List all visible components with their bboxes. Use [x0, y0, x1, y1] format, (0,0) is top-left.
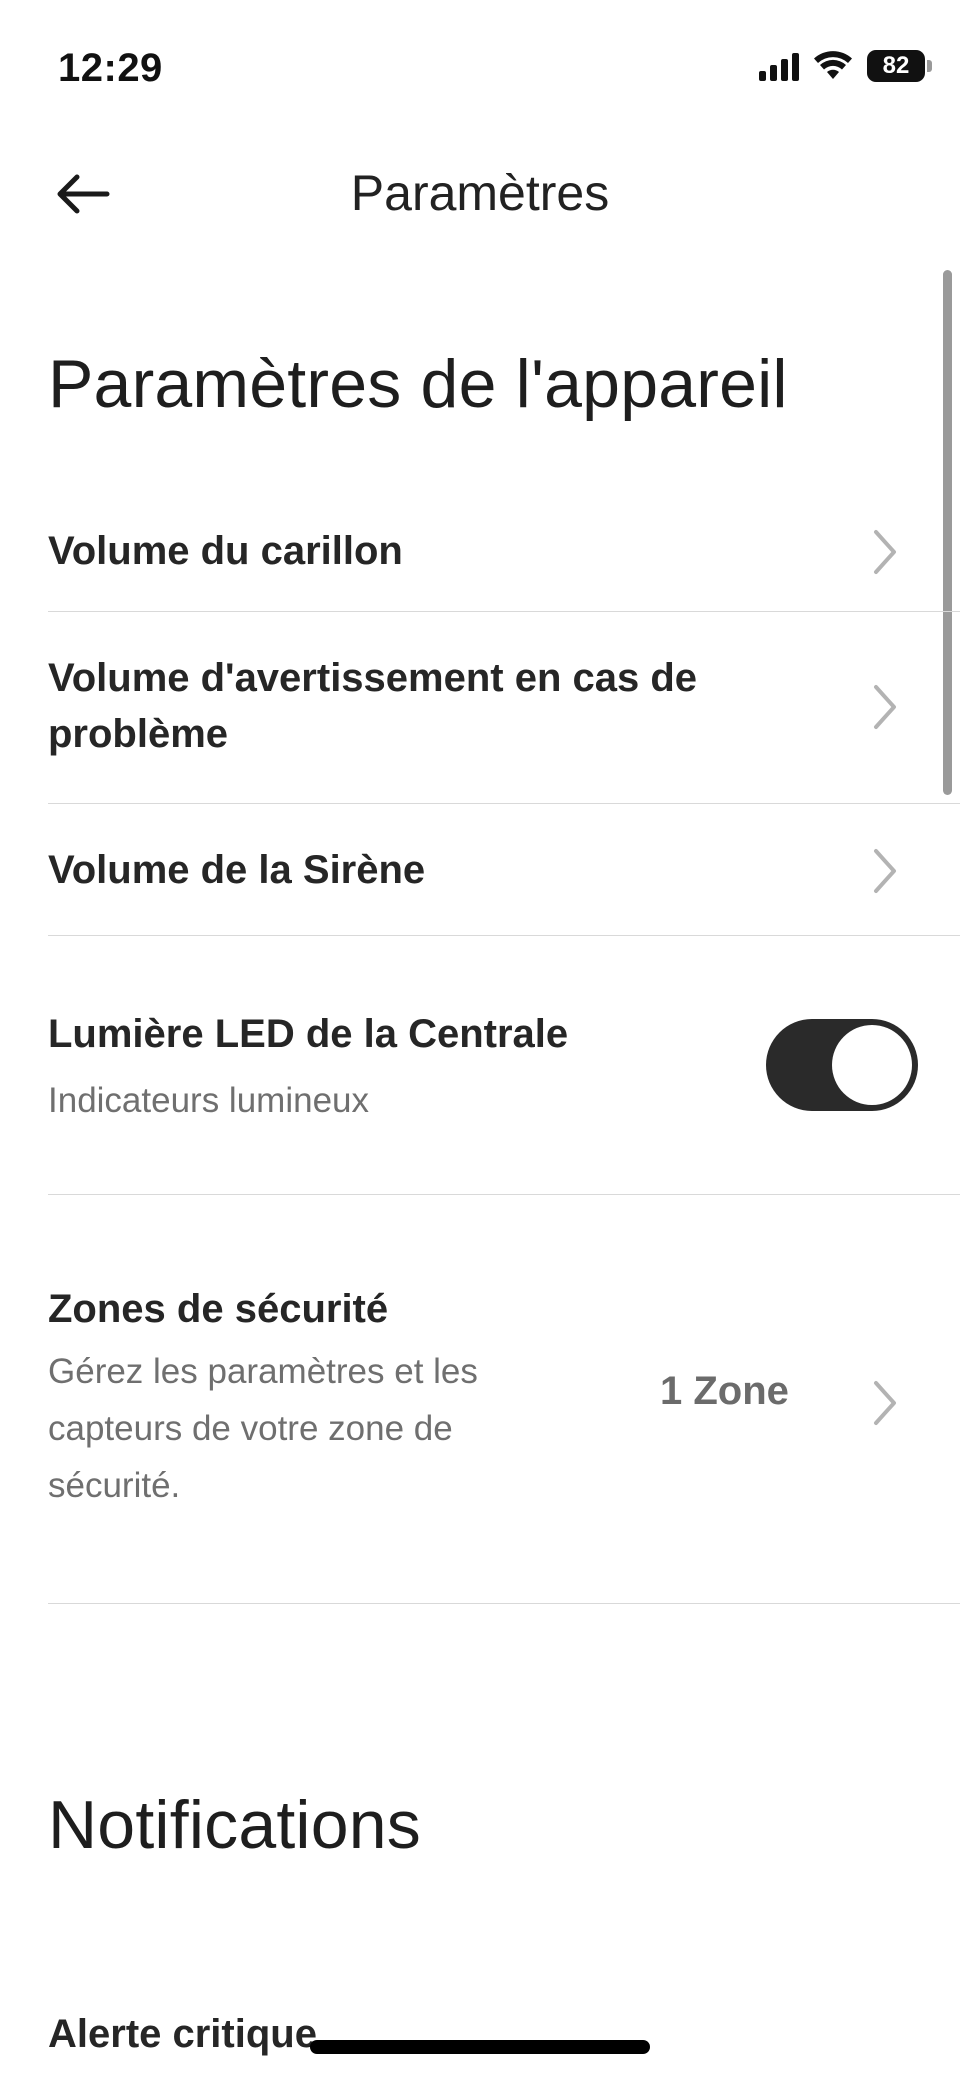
row-label: Volume d'avertissement en cas de problèm…	[48, 656, 698, 756]
row-label: Zones de sécurité	[48, 1287, 389, 1331]
chevron-right-icon	[874, 849, 896, 893]
page-title: Paramètres	[350, 165, 610, 221]
wifi-icon	[814, 51, 852, 79]
section-title-notifications: Notifications	[48, 1787, 421, 1863]
chevron-right-icon	[874, 530, 896, 574]
chevron-right-icon	[874, 685, 896, 729]
toggle-knob	[832, 1025, 912, 1105]
divider	[48, 1603, 960, 1604]
nav-bar: Paramètres	[0, 140, 960, 250]
row-critical-alert[interactable]: Alerte critique	[48, 1990, 960, 2079]
row-led-light: Lumière LED de la Centrale Indicateurs l…	[48, 936, 960, 1194]
battery-icon: 82	[867, 50, 932, 82]
row-label: Alerte critique	[48, 2012, 317, 2056]
row-trouble-warning-volume[interactable]: Volume d'avertissement en cas de problèm…	[48, 612, 960, 803]
home-indicator[interactable]	[310, 2040, 650, 2054]
status-icons: 82	[759, 50, 932, 82]
status-time: 12:29	[58, 46, 163, 90]
section-title-device-settings: Paramètres de l'appareil	[48, 346, 788, 422]
cellular-signal-icon	[759, 51, 799, 81]
row-label: Volume du carillon	[48, 529, 403, 573]
row-security-zones[interactable]: Zones de sécurité Gérez les paramètres e…	[48, 1195, 960, 1603]
row-label: Volume de la Sirène	[48, 848, 426, 892]
battery-level: 82	[867, 50, 925, 82]
row-label: Lumière LED de la Centrale	[48, 1012, 569, 1056]
row-subtitle: Indicateurs lumineux	[48, 1081, 369, 1120]
row-subtitle: Gérez les paramètres et les capteurs de …	[48, 1352, 478, 1505]
row-siren-volume[interactable]: Volume de la Sirène	[48, 804, 960, 935]
status-bar: 12:29 82	[0, 0, 960, 120]
led-light-toggle[interactable]	[766, 1019, 918, 1111]
settings-screen: 12:29 82 Paramètres Paramètres de l'appa…	[0, 0, 960, 2079]
zone-count: 1 Zone	[660, 1369, 789, 1413]
row-chime-volume[interactable]: Volume du carillon	[48, 505, 960, 611]
chevron-right-icon	[874, 1381, 896, 1425]
